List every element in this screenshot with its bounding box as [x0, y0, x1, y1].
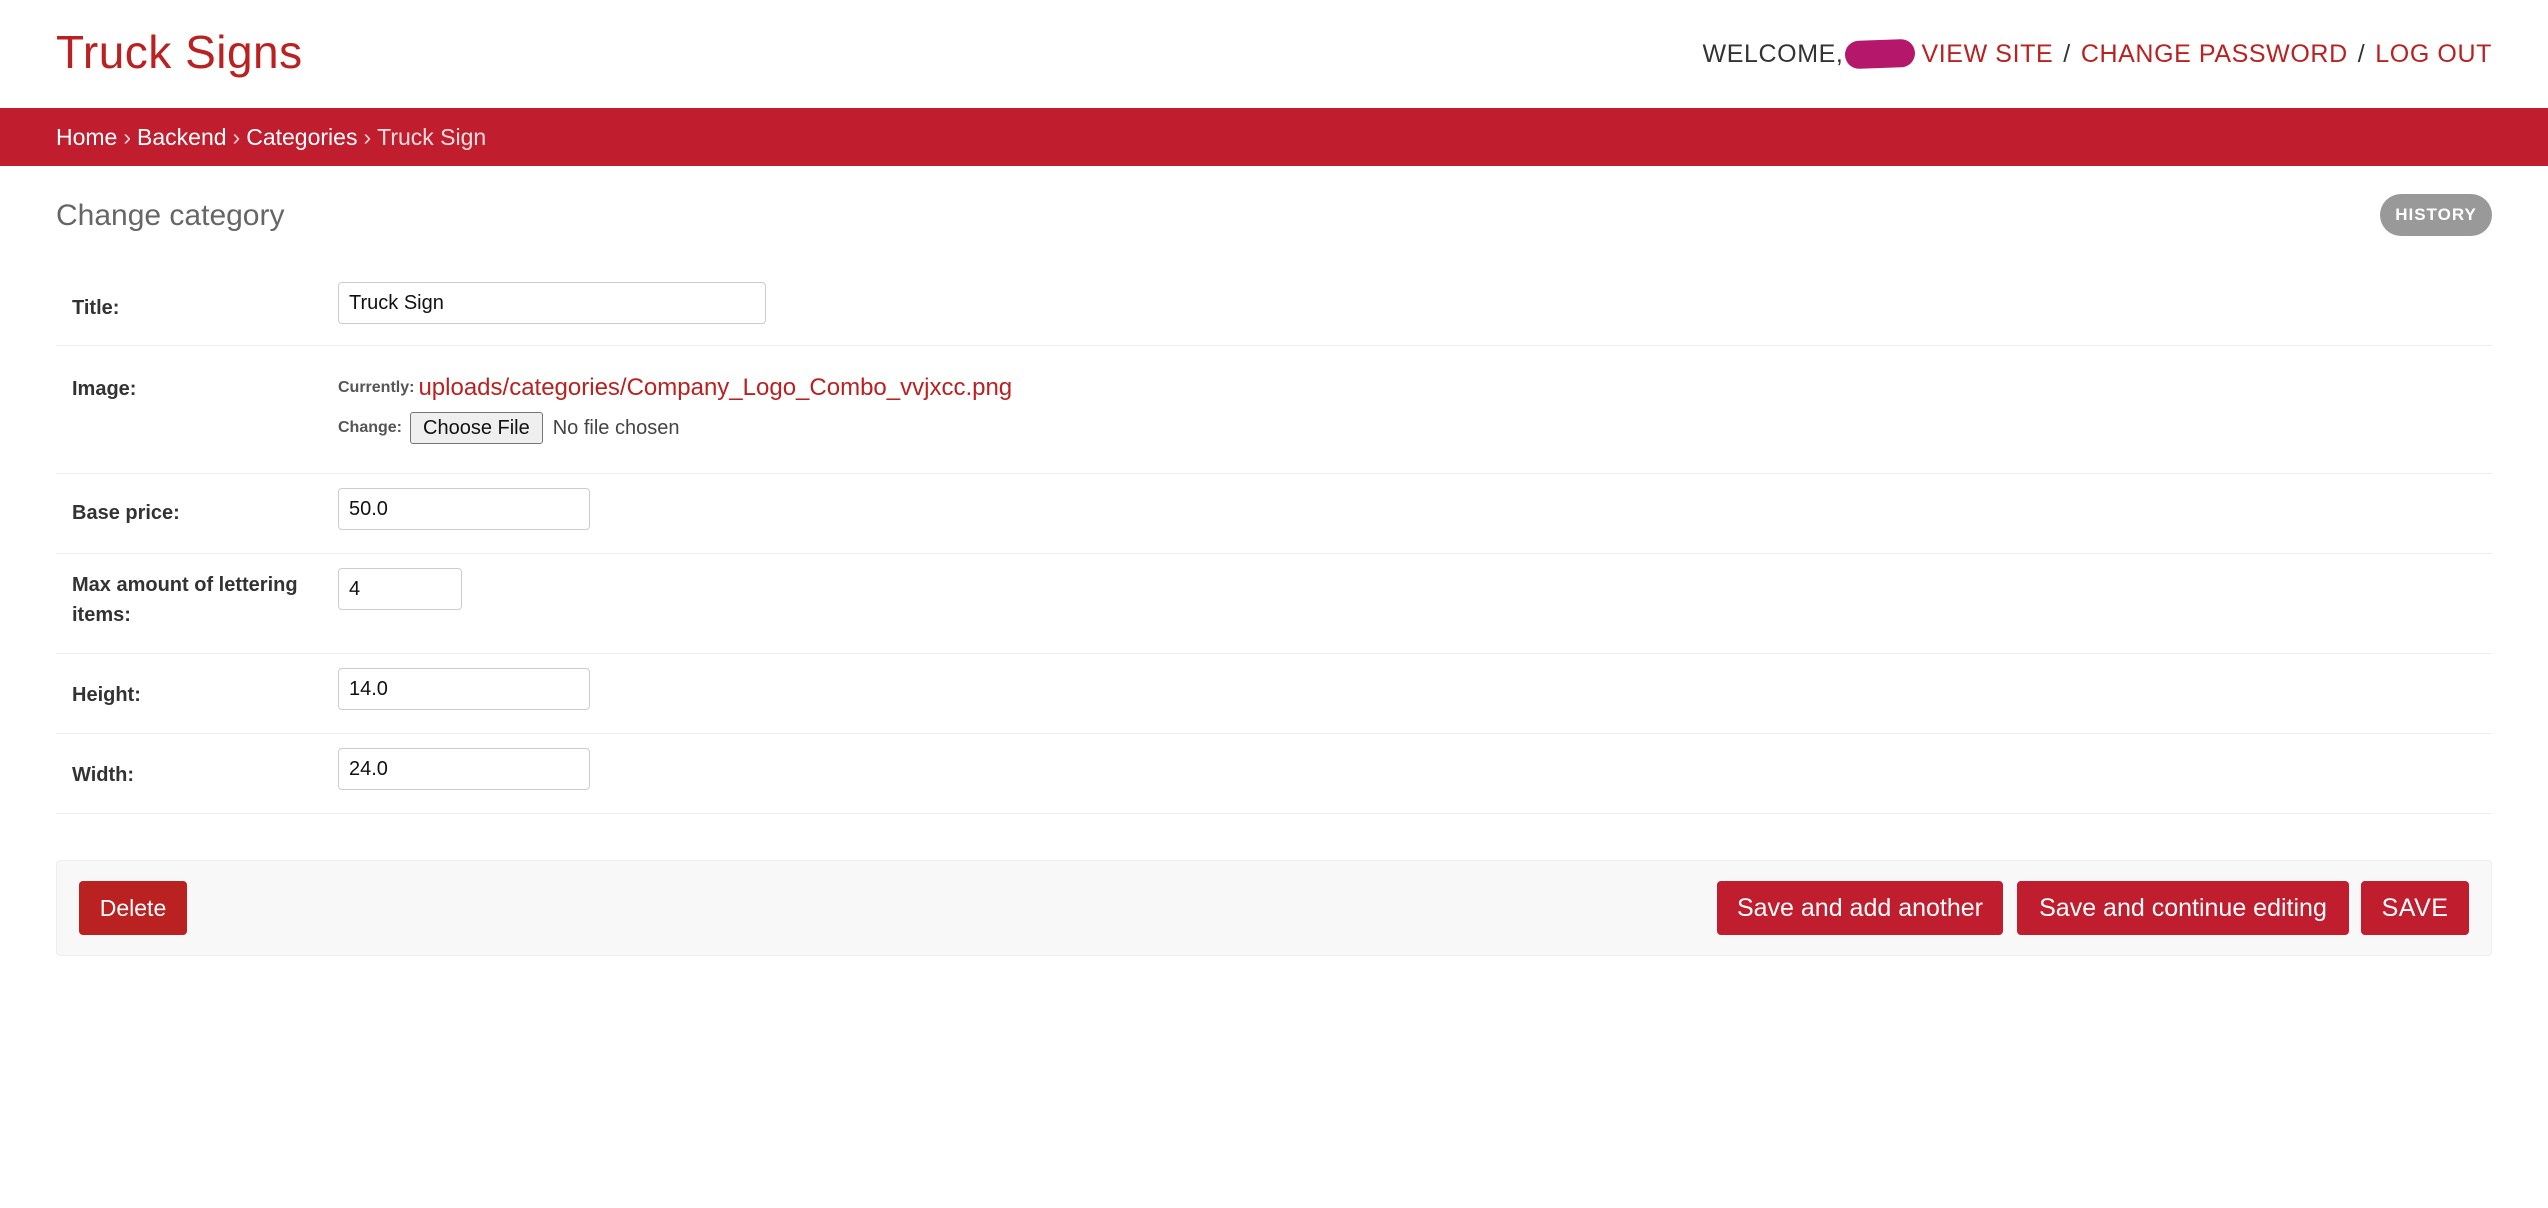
change-form: Title: Image: Currently: uploads/categor… [56, 266, 2492, 814]
site-brand[interactable]: Truck Signs [56, 24, 303, 80]
change-password-link[interactable]: CHANGE PASSWORD [2081, 36, 2348, 72]
breadcrumb: Home › Backend › Categories › Truck Sign [0, 108, 2548, 166]
page-title: Change category [56, 199, 285, 232]
save-and-continue-button[interactable]: Save and continue editing [2017, 881, 2349, 935]
breadcrumb-backend[interactable]: Backend [137, 124, 227, 151]
image-label: Image: [72, 378, 137, 400]
title-label: Title: [72, 297, 120, 319]
submit-row: Delete Save and add another Save and con… [56, 860, 2492, 956]
max-lettering-label: Max amount of lettering items: [72, 574, 298, 626]
view-site-link[interactable]: VIEW SITE [1921, 36, 2053, 72]
breadcrumb-categories[interactable]: Categories [246, 124, 357, 151]
log-out-link[interactable]: LOG OUT [2375, 36, 2492, 72]
history-button[interactable]: HISTORY [2380, 194, 2492, 236]
form-row-base-price: Base price: [56, 474, 2492, 554]
height-label: Height: [72, 684, 141, 706]
delete-button[interactable]: Delete [79, 881, 187, 935]
separator: / [2063, 40, 2071, 68]
save-and-add-another-button[interactable]: Save and add another [1717, 881, 2003, 935]
image-field: Currently: uploads/categories/Company_Lo… [338, 370, 1012, 446]
breadcrumb-separator: › [232, 123, 241, 150]
breadcrumb-separator: › [123, 123, 132, 150]
base-price-label: Base price: [72, 502, 180, 524]
welcome-text: WELCOME, [1702, 40, 1844, 68]
base-price-input[interactable] [338, 488, 590, 530]
save-button[interactable]: SAVE [2361, 881, 2469, 935]
height-input[interactable] [338, 668, 590, 710]
form-row-max-lettering: Max amount of lettering items: [56, 554, 2492, 654]
form-row-title: Title: [56, 266, 2492, 346]
breadcrumb-current: Truck Sign [377, 123, 487, 150]
separator: / [2357, 40, 2366, 68]
current-image-link[interactable]: uploads/categories/Company_Logo_Combo_vv… [418, 374, 1012, 402]
width-label: Width: [72, 764, 135, 786]
max-lettering-input[interactable] [338, 568, 462, 610]
user-tools: WELCOME, VIEW SITE / CHANGE PASSWORD / L… [1703, 36, 2492, 72]
form-row-height: Height: [56, 654, 2492, 734]
form-row-width: Width: [56, 734, 2492, 814]
form-row-image: Image: Currently: uploads/categories/Com… [56, 346, 2492, 474]
breadcrumb-home[interactable]: Home [56, 124, 117, 151]
currently-label: Currently: [338, 379, 415, 396]
breadcrumb-separator: › [363, 123, 372, 150]
width-input[interactable] [338, 748, 590, 790]
choose-file-button[interactable]: Choose File [410, 412, 543, 444]
header: Truck Signs WELCOME, VIEW SITE / CHANGE … [0, 0, 2548, 108]
no-file-text: No file chosen [552, 416, 680, 439]
title-input[interactable] [338, 282, 766, 324]
change-label: Change: [338, 419, 402, 436]
redacted-username [1845, 38, 1916, 70]
